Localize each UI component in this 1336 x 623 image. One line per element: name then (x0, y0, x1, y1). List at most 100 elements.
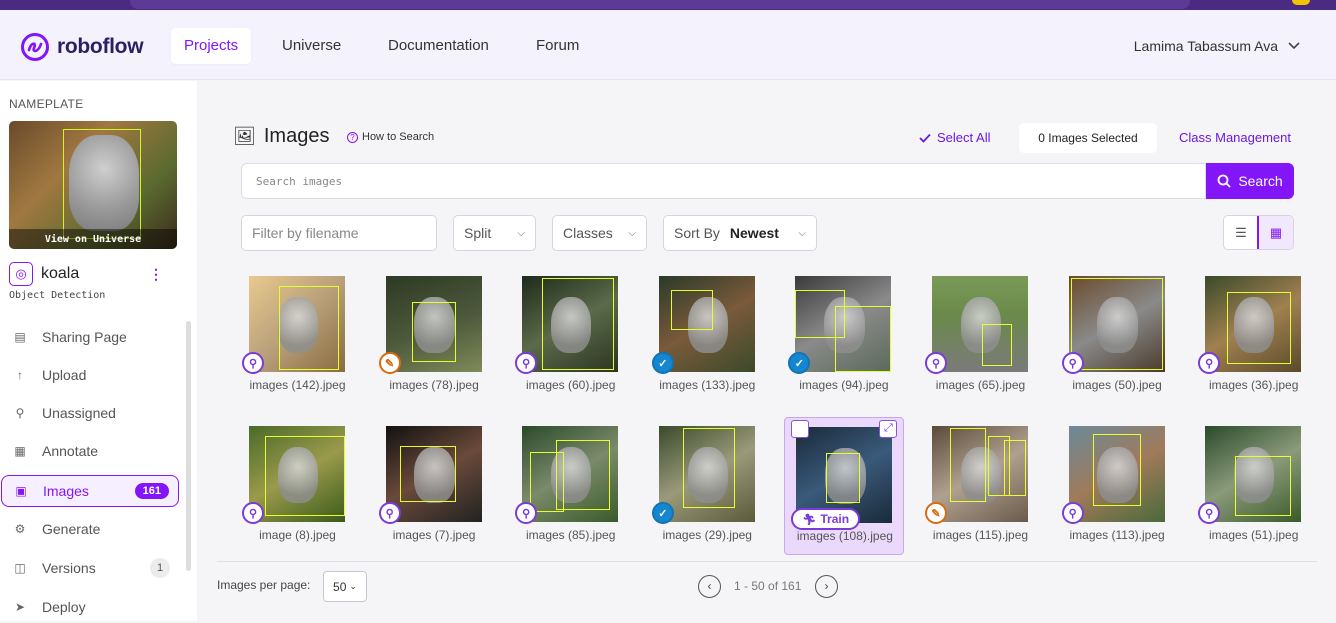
image-card[interactable]: ⚲ images (7).jpeg (377, 420, 497, 558)
sidebar-item-label: Generate (42, 521, 101, 537)
annotation-box (542, 278, 615, 370)
image-card[interactable]: ⚲ images (51).jpeg (1196, 420, 1316, 558)
split-test-badge: ✎ (925, 502, 947, 524)
image-filename: image (8).jpeg (259, 528, 336, 542)
grid-view-icon[interactable]: ▦ (1257, 216, 1293, 249)
image-card[interactable]: ⚲ image (8).jpeg (240, 420, 360, 558)
annotation-box (1004, 440, 1026, 496)
image-thumbnail[interactable] (249, 426, 345, 522)
sidebar-item-annotate[interactable]: ▦ Annotate (1, 435, 179, 467)
image-card[interactable]: ⚲ images (142).jpeg (240, 270, 360, 408)
image-filename: images (85).jpeg (525, 528, 616, 542)
project-thumbnail[interactable]: View on Universe (9, 121, 177, 249)
image-card[interactable]: ⚲ images (36).jpeg (1196, 270, 1316, 408)
image-thumbnail[interactable] (522, 276, 619, 372)
image-filename: images (113).jpeg (1069, 528, 1165, 542)
image-thumbnail[interactable] (932, 276, 1028, 372)
nav-projects[interactable]: Projects (171, 28, 252, 64)
view-on-universe-link[interactable]: View on Universe (9, 229, 177, 249)
annotation-box (411, 302, 456, 362)
image-filename: images (7).jpeg (392, 528, 476, 542)
split-train-badge: 🏃︎ Train (791, 508, 861, 530)
expand-icon[interactable]: ⤢ (879, 420, 898, 438)
per-page-select[interactable]: 50 ⌄ (323, 571, 367, 602)
sidebar-scrollbar[interactable] (186, 321, 191, 571)
next-page-button[interactable]: › (815, 575, 838, 598)
image-card[interactable]: ✎ images (115).jpeg (923, 420, 1043, 558)
address-bar[interactable] (130, 0, 1190, 9)
versions-icon: ◫ (14, 561, 26, 575)
help-icon: ? (347, 131, 358, 143)
split-train-badge: ⚲ (1061, 502, 1084, 524)
image-card[interactable]: ⚲ images (113).jpeg (1060, 420, 1180, 558)
page-range: 1 - 50 of 161 (734, 579, 802, 593)
image-card[interactable]: ✎ images (78).jpeg (377, 270, 497, 408)
select-checkbox[interactable] (791, 420, 810, 438)
nav-forum[interactable]: Forum (523, 28, 592, 64)
annotation-box (556, 440, 611, 510)
nav-universe[interactable]: Universe (269, 28, 354, 64)
per-page-label: Images per page: (217, 578, 311, 592)
image-thumbnail[interactable] (658, 276, 755, 372)
chevron-down-icon: ⌵ (517, 227, 525, 239)
filename-filter-input[interactable] (252, 225, 426, 241)
image-thumbnail[interactable] (522, 426, 619, 522)
annotation-box (1092, 434, 1141, 506)
user-menu[interactable]: Lamima Tabassum Ava (1134, 38, 1300, 54)
image-thumbnail[interactable] (658, 426, 755, 522)
classes-label: Classes (563, 225, 613, 241)
image-card[interactable]: ✓ images (94).jpeg (786, 270, 906, 408)
image-card[interactable]: ⚲ images (60).jpeg (513, 270, 633, 408)
image-thumbnail[interactable] (249, 276, 345, 372)
sidebar-item-deploy[interactable]: ➤ Deploy (1, 591, 179, 623)
image-card[interactable]: ✓ images (133).jpeg (650, 270, 770, 408)
document-icon: ▤ (14, 330, 26, 344)
image-card[interactable]: ⚲ images (85).jpeg (513, 420, 633, 558)
image-filename: images (50).jpeg (1072, 378, 1162, 392)
classes-dropdown[interactable]: Classes ⌵ (552, 215, 647, 251)
prev-page-button[interactable]: ‹ (698, 575, 721, 598)
images-icon: 🖼 (233, 126, 256, 146)
image-filename: images (108).jpeg (796, 529, 893, 543)
sidebar-item-label: Images (43, 483, 89, 499)
generate-icon: ⚙ (14, 522, 26, 536)
kebab-menu-icon[interactable]: ⋮ (149, 266, 163, 283)
profile-avatar[interactable] (1292, 0, 1310, 5)
roboflow-logo[interactable]: roboflow (21, 33, 144, 61)
image-thumbnail[interactable] (932, 426, 1028, 522)
search-input[interactable] (242, 164, 1205, 198)
sort-label: Sort By (674, 225, 720, 241)
list-view-icon[interactable]: ☰ (1224, 216, 1258, 249)
how-to-search-label: How to Search (362, 131, 435, 143)
project-header: ◎ koala ⋮ (9, 262, 177, 286)
split-label: Split (464, 225, 492, 241)
how-to-search-link[interactable]: ? How to Search (347, 131, 434, 143)
search-icon: ⚲ (15, 406, 25, 420)
sidebar-item-images[interactable]: ▣ Images 161 (1, 475, 179, 507)
search-button[interactable]: Search (1206, 163, 1294, 199)
nav-documentation[interactable]: Documentation (375, 28, 502, 64)
class-management-link[interactable]: Class Management (1179, 130, 1291, 145)
image-card[interactable]: ⚲ images (50).jpeg (1060, 270, 1180, 408)
image-card[interactable]: ⤢ 🏃︎ Train images (108).jpeg (784, 417, 905, 555)
sidebar-item-upload[interactable]: ↑ Upload (1, 359, 179, 391)
split-train-badge: ⚲ (242, 502, 264, 524)
annotation-box (670, 290, 713, 330)
sidebar-item-versions[interactable]: ◫ Versions 1 (1, 552, 179, 584)
sidebar-item-generate[interactable]: ⚙ Generate (1, 513, 179, 545)
image-thumbnail[interactable] (1205, 276, 1302, 372)
sidebar-item-sharing-page[interactable]: ▤ Sharing Page (1, 321, 179, 353)
split-dropdown[interactable]: Split ⌵ (453, 215, 536, 251)
image-thumbnail[interactable] (1205, 426, 1302, 522)
image-card[interactable]: ⚲ images (65).jpeg (923, 270, 1043, 408)
sidebar-item-unassigned[interactable]: ⚲ Unassigned (1, 397, 179, 429)
images-count-badge: 161 (134, 483, 169, 499)
sidebar-item-label: Annotate (42, 443, 99, 459)
annotation-box (950, 428, 986, 502)
search-box (241, 163, 1206, 199)
sort-dropdown[interactable]: Sort By Newest ⌵ (663, 215, 817, 251)
select-all-button[interactable]: Select All (919, 130, 990, 145)
globe-icon: ◎ (9, 262, 33, 286)
image-thumbnail[interactable] (795, 276, 892, 372)
image-card[interactable]: ✓ images (29).jpeg (650, 420, 770, 558)
